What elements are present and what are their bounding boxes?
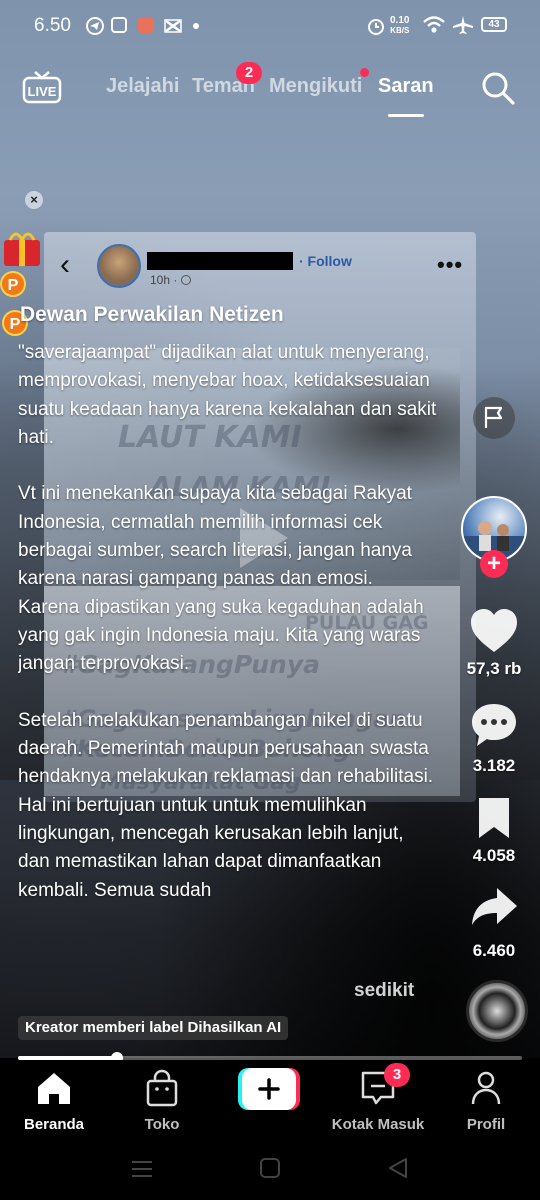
close-promo-icon[interactable]: ×: [25, 191, 43, 209]
svg-text:P: P: [10, 316, 21, 333]
home-icon: [38, 1073, 70, 1104]
fb-profile-avatar: [97, 244, 141, 288]
mengikuti-dot: [360, 68, 369, 77]
bookmark-icon: [479, 798, 509, 838]
top-navigation: LIVE Jelajahi Teman 2 Mengikuti Saran: [0, 60, 540, 120]
tab-jelajahi[interactable]: Jelajahi: [106, 75, 179, 98]
live-icon[interactable]: LIVE: [22, 70, 62, 104]
music-disc[interactable]: [466, 980, 528, 1042]
create-button[interactable]: [238, 1068, 300, 1110]
comment-button[interactable]: [462, 702, 526, 753]
svg-text:LIVE: LIVE: [28, 84, 57, 99]
fb-redacted-name: [147, 252, 293, 270]
back-system-icon[interactable]: [386, 1156, 410, 1180]
comment-count: 3.182: [472, 756, 516, 775]
caption-paragraph: Karena dipastikan yang suka kegaduhan ad…: [18, 596, 424, 675]
comment-icon: [472, 704, 516, 746]
home-system-icon[interactable]: [259, 1157, 281, 1179]
caption-paragraph: Setelah melakukan penambangan nikel di s…: [18, 709, 434, 901]
caption-paragraph: Vt ini menekankan supaya kita sebagai Ra…: [18, 483, 412, 590]
instagram-icon: [111, 17, 127, 33]
heart-icon: [471, 609, 517, 652]
ai-generated-label: Kreator memberi label Dihasilkan AI: [18, 1016, 289, 1040]
nav-beranda[interactable]: Beranda: [0, 1068, 108, 1133]
share-icon: [472, 888, 517, 925]
nav-kotak-masuk-label: Kotak Masuk: [331, 1116, 425, 1133]
fb-post-time: 10h ·: [150, 273, 191, 287]
share-count: 6.460: [472, 941, 516, 960]
fb-back-icon: ‹: [60, 248, 70, 281]
caption-text[interactable]: "saverajaampat" dijadikan alat untuk men…: [18, 339, 438, 979]
airplane-icon: [453, 16, 473, 34]
shopee-icon: [138, 17, 154, 33]
search-icon[interactable]: [480, 70, 516, 106]
nav-toko-label: Toko: [144, 1116, 180, 1133]
teman-badge: 2: [236, 62, 262, 84]
share-button[interactable]: [462, 885, 526, 934]
bottom-navigation: Beranda Toko Kotak Masuk 3 Profil: [0, 1060, 540, 1140]
svg-text:P: P: [8, 277, 19, 294]
system-navigation-bar: [0, 1140, 540, 1200]
telegram-icon: [86, 17, 104, 35]
recent-apps-icon[interactable]: [130, 1158, 154, 1180]
fb-follow-text: · Follow: [299, 253, 352, 269]
caption-paragraph: "saverajaampat" dijadikan alat untuk men…: [18, 342, 437, 448]
gift-promo-icon[interactable]: P P: [0, 226, 44, 346]
nav-beranda-label: Beranda: [23, 1116, 85, 1133]
like-button[interactable]: [462, 608, 526, 659]
network-speed-value: 0.10: [390, 15, 410, 26]
capcut-icon: [164, 19, 182, 33]
profile-icon: [471, 1071, 501, 1105]
tab-mengikuti[interactable]: Mengikuti: [269, 75, 362, 98]
active-tab-indicator: [388, 114, 424, 117]
nav-profil[interactable]: Profil: [432, 1068, 540, 1133]
shop-bag-icon: [146, 1069, 178, 1107]
status-time: 6.50: [34, 15, 71, 36]
bookmark-button[interactable]: [462, 796, 526, 845]
report-button[interactable]: [473, 397, 515, 439]
battery-indicator: 43: [481, 17, 507, 32]
nav-profil-label: Profil: [466, 1116, 506, 1133]
fb-more-icon: •••: [437, 252, 464, 277]
inbox-badge: 3: [384, 1063, 410, 1087]
like-count: 57,3 rb: [466, 659, 522, 678]
flag-icon: [484, 406, 503, 428]
wifi-icon: [423, 16, 445, 33]
tab-saran[interactable]: Saran: [378, 75, 434, 98]
alarm-icon: [368, 19, 384, 35]
nav-toko[interactable]: Toko: [108, 1068, 216, 1133]
bookmark-count: 4.058: [472, 846, 516, 865]
caption-author[interactable]: Dewan Perwakilan Netizen: [20, 303, 284, 327]
notification-dot: [193, 23, 199, 29]
caption-toggle-button[interactable]: sedikit: [354, 980, 414, 1002]
network-speed-unit: KB/S: [390, 26, 410, 35]
status-bar: 6.50 0.10 KB/S 43: [0, 0, 540, 48]
network-speed: 0.10 KB/S: [390, 16, 409, 36]
follow-button[interactable]: +: [480, 550, 508, 578]
nav-kotak-masuk[interactable]: Kotak Masuk: [324, 1068, 432, 1133]
globe-icon: [180, 275, 191, 285]
